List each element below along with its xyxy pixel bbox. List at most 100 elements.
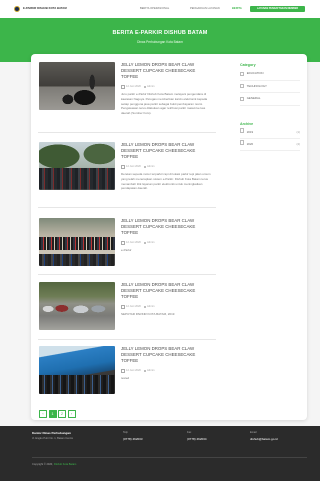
article-title[interactable]: JELLY LEMON DROPS BEAR CLAW DESSERT CUPC…: [121, 282, 213, 300]
archive-year: 2019: [246, 129, 254, 134]
nav-item-berita[interactable]: BERITA: [232, 7, 242, 10]
category-item[interactable]: GENERAL: [240, 93, 300, 106]
nav-item-pengaduan[interactable]: PENGADUAN LAYANAN: [190, 7, 220, 10]
archive-count: (1): [296, 129, 300, 134]
footer: Kantor Dinas Perhubungan Jl. Engku Putri…: [0, 426, 320, 481]
article-thumbnail[interactable]: [39, 282, 115, 330]
fax-label: Fax: [187, 431, 192, 434]
article-item: JELLY LEMON DROPS BEAR CLAW DESSERT CUPC…: [38, 62, 216, 133]
article-date: 12 Juni 2020: [126, 165, 141, 168]
bullet-icon: [240, 71, 245, 76]
article-meta: 12 Juni 2020 Admin: [121, 305, 213, 309]
article-body: JELLY LEMON DROPS BEAR CLAW DESSERT CUPC…: [121, 346, 213, 381]
page-title: BERITA E-PARKIR DISHUB BATAM: [112, 30, 208, 36]
copyright-text: Copyright © 2020,: [32, 463, 53, 466]
calendar-icon: [121, 305, 125, 309]
article-item: JELLY LEMON DROPS BEAR CLAW DESSERT CUPC…: [38, 346, 216, 400]
pagination: ‹ 1 2 ›: [39, 410, 77, 418]
page-subtitle: Dinas Perhubungan Kota Batam: [137, 40, 183, 44]
category-list: EDUCATION TECHNOLOGY GENERAL: [240, 68, 300, 106]
bullet-icon: [240, 84, 245, 89]
site-name[interactable]: E-PARKIR DISHUB KOTA BATAM: [23, 7, 67, 11]
logo-icon[interactable]: [14, 6, 20, 12]
user-icon: [143, 241, 147, 245]
article-body: JELLY LEMON DROPS BEAR CLAW DESSERT CUPC…: [121, 142, 213, 191]
article-thumbnail[interactable]: [39, 62, 115, 110]
article-item: JELLY LEMON DROPS BEAR CLAW DESSERT CUPC…: [38, 218, 216, 275]
article-author: Admin: [147, 369, 155, 372]
phone-value: (0778) 462033: [123, 437, 143, 441]
article-item: JELLY LEMON DROPS BEAR CLAW DESSERT CUPC…: [38, 142, 216, 208]
calendar-icon: [121, 369, 125, 373]
footer-office: Kantor Dinas Perhubungan Jl. Engku Putri…: [32, 431, 73, 441]
pagination-next-button[interactable]: ›: [67, 410, 76, 418]
category-item[interactable]: TECHNOLOGY: [240, 81, 300, 93]
article-meta: 12 Juni 2020 Admin: [121, 85, 213, 89]
category-label: TECHNOLOGY: [246, 83, 267, 88]
user-icon: [143, 85, 147, 89]
article-item: JELLY LEMON DROPS BEAR CLAW DESSERT CUPC…: [38, 282, 216, 340]
content-card: JELLY LEMON DROPS BEAR CLAW DESSERT CUPC…: [31, 54, 307, 420]
email-label: Email: [250, 431, 257, 434]
article-author: Admin: [147, 241, 155, 244]
article-thumbnail[interactable]: [39, 218, 115, 266]
office-address: Jl. Engku Putri No. 1, Batam Centre: [32, 437, 74, 440]
article-thumbnail[interactable]: [39, 142, 115, 190]
article-title[interactable]: JELLY LEMON DROPS BEAR CLAW DESSERT CUPC…: [121, 62, 213, 80]
article-title[interactable]: JELLY LEMON DROPS BEAR CLAW DESSERT CUPC…: [121, 218, 213, 236]
article-date: 12 Juni 2020: [126, 241, 141, 244]
article-excerpt: tested: [121, 376, 130, 380]
archive-item[interactable]: 2019 (1): [240, 127, 300, 139]
article-meta: 12 Juni 2020 Admin: [121, 241, 213, 245]
article-date: 12 Juni 2020: [126, 369, 141, 372]
archive-item[interactable]: 2020 (4): [240, 139, 300, 151]
archive-count: (4): [296, 141, 300, 146]
user-icon: [143, 165, 147, 169]
category-label: GENERAL: [246, 96, 261, 100]
bullet-icon: [240, 128, 245, 133]
footer-email: Email dishub@batam.go.id: [250, 431, 278, 441]
calendar-icon: [121, 241, 125, 245]
sidebar: Category EDUCATION TECHNOLOGY GENERAL Ar…: [240, 62, 300, 151]
article-date: 12 Juni 2020: [126, 85, 141, 88]
calendar-icon: [121, 165, 125, 169]
archive-year: 2020: [246, 141, 254, 146]
category-label: EDUCATION: [246, 71, 264, 75]
fax-value: (0778) 462034: [187, 437, 207, 441]
archive-year-wrap: 2019: [240, 127, 253, 138]
article-meta: 12 Juni 2020 Admin: [121, 165, 213, 169]
footer-phone: Telp (0778) 462033: [123, 431, 143, 441]
article-thumbnail[interactable]: [39, 346, 115, 394]
top-navbar: E-PARKIR DISHUB KOTA BATAM BERITA OPERAS…: [0, 0, 320, 18]
article-title[interactable]: JELLY LEMON DROPS BEAR CLAW DESSERT CUPC…: [121, 142, 213, 160]
footer-divider: [32, 457, 307, 458]
article-meta: 12 Juni 2020 Admin: [121, 369, 213, 373]
article-title[interactable]: JELLY LEMON DROPS BEAR CLAW DESSERT CUPC…: [121, 346, 213, 364]
user-icon: [143, 305, 147, 309]
user-icon: [143, 369, 147, 373]
pagination-page-button[interactable]: 1: [48, 410, 57, 418]
pagination-page-button[interactable]: 2: [58, 410, 66, 418]
article-excerpt: SEPUTAR PARKIR KOTA BATAM, 2019: [121, 312, 175, 316]
category-item[interactable]: EDUCATION: [240, 68, 300, 81]
bullet-icon: [240, 96, 245, 101]
phone-label: Telp: [123, 431, 128, 434]
article-author: Admin: [147, 165, 155, 168]
article-author: Admin: [147, 305, 155, 308]
archive-year-wrap: 2020: [240, 139, 253, 150]
article-body: JELLY LEMON DROPS BEAR CLAW DESSERT CUPC…: [121, 282, 213, 317]
footer-fax: Fax (0778) 462034: [187, 431, 207, 441]
pagination-prev-button[interactable]: ‹: [39, 410, 47, 418]
bullet-icon: [240, 140, 245, 145]
cta-button[interactable]: LAYANAN PENDAFTARAN MEMBER: [250, 6, 305, 12]
article-author: Admin: [147, 85, 155, 88]
article-excerpt: e-Parkir: [121, 248, 132, 252]
article-body: JELLY LEMON DROPS BEAR CLAW DESSERT CUPC…: [121, 62, 213, 116]
nav-item-operasional[interactable]: BERITA OPERASIONAL: [140, 7, 169, 10]
copyright: Copyright © 2020,Dishub Kota Batam: [32, 463, 76, 467]
copyright-link[interactable]: Dishub Kota Batam: [54, 463, 76, 466]
archive-list: 2019 (1) 2020 (4): [240, 127, 300, 151]
article-list: JELLY LEMON DROPS BEAR CLAW DESSERT CUPC…: [38, 62, 216, 420]
calendar-icon: [121, 85, 125, 89]
email-link[interactable]: dishub@batam.go.id: [250, 437, 278, 441]
